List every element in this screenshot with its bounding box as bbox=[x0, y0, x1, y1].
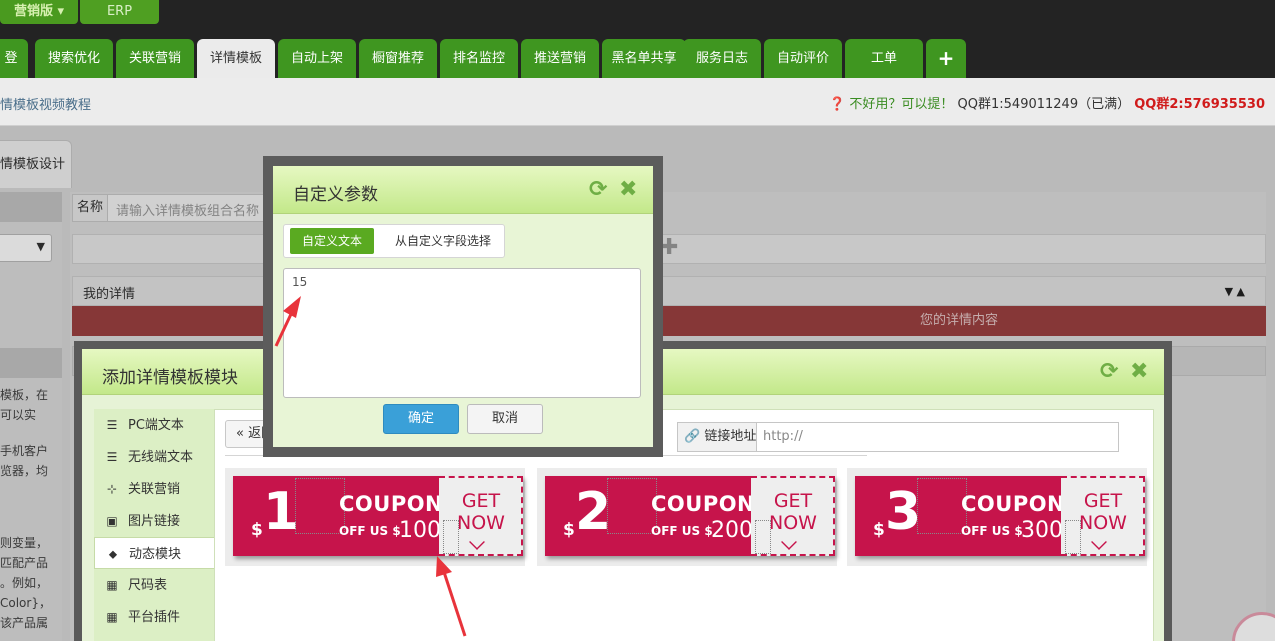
annotation-arrow-textarea bbox=[274, 296, 301, 347]
annotation-arrows bbox=[274, 296, 467, 637]
annotation-arrow-coupon bbox=[436, 556, 467, 637]
